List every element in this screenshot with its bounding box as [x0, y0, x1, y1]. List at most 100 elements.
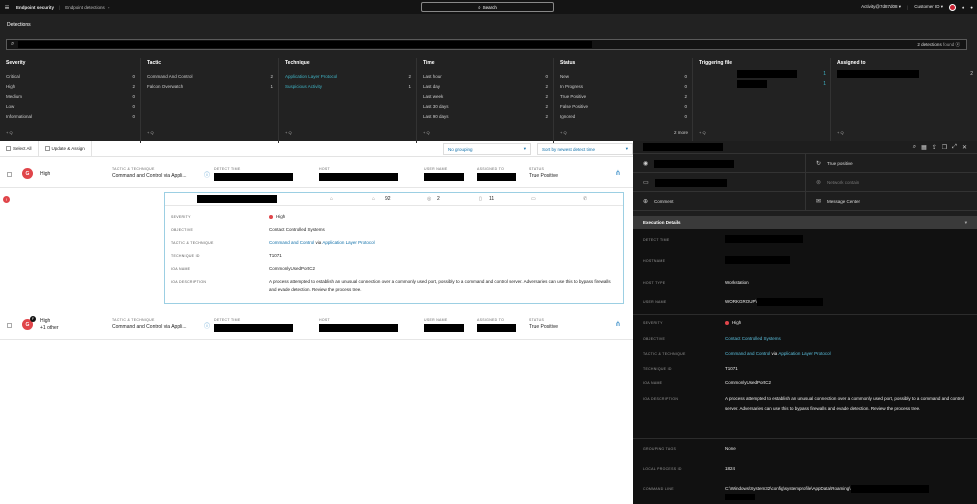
close-icon[interactable]: ✕ [962, 144, 967, 151]
execution-details-header[interactable]: Execution Details ▾ [633, 216, 977, 229]
filter-title: Triggering file [699, 60, 733, 66]
chevron-down-icon: ▾ [523, 146, 526, 151]
filter-search-icon[interactable]: + Q [699, 130, 706, 135]
filter-title: Time [423, 60, 435, 66]
card-strip: ⌂ ⌂ 92 ◎ 2 ▯ 11 ▭ ✆ [165, 193, 623, 206]
comment-button[interactable]: ⊕ Comment [633, 192, 805, 211]
filter-option[interactable]: True Positive 2 [560, 91, 689, 101]
filter-option[interactable]: Last day 2 [423, 81, 550, 91]
filter-option[interactable]: Critical 0 [6, 71, 137, 81]
filter-search-icon[interactable]: + Q [285, 130, 292, 135]
filter-search-icon[interactable]: + Q [837, 130, 844, 135]
export-icon[interactable]: ⇪ [932, 144, 937, 151]
bookmark-icon[interactable]: ▫ [108, 5, 110, 10]
detail-panel: ⌕ ▦ ⇪ ❐ ⤢ ✕ ◉ ↻ True positive ▭ ⊗ Network … [633, 141, 977, 504]
metric-icon: ⌂ [330, 196, 334, 202]
filter-column-status: Status New 0 In Progress 0 True Positive 2 Fals… [553, 58, 692, 143]
customer-menu[interactable]: Customer ID ▾ [914, 4, 943, 10]
filter-option[interactable]: Falcon Overwatch 1 [147, 81, 275, 91]
detection-count: 2 detections found ⓧ [917, 42, 960, 47]
host-icon: ▭ [643, 180, 649, 186]
filter-option[interactable]: Last 30 days 2 [423, 101, 550, 111]
filter-header: Detections ⌕ 2 detections found ⓧ Severi… [0, 14, 977, 143]
app-title: Endpoint security [16, 4, 55, 10]
filter-title: Technique [285, 60, 310, 66]
comment-icon: ⊕ [643, 199, 649, 205]
search-button[interactable]: ⌕ Search [421, 2, 554, 12]
info-icon[interactable]: ⓘ [204, 170, 210, 179]
filter-column-triggering-file: Triggering file 1 1 + Q [692, 58, 830, 143]
filter-option[interactable]: New 0 [560, 71, 689, 81]
expand-icon[interactable]: ⤢ [952, 144, 957, 151]
filter-title: Status [560, 60, 576, 66]
row-checkbox[interactable] [7, 172, 12, 177]
sort-select[interactable]: Sort by newest detect time ▾ [537, 143, 633, 155]
filter-option[interactable]: In Progress 0 [560, 81, 689, 91]
filter-column-time: Time Last hour 0 Last day 2 Last week 2 Last 30… [416, 58, 553, 143]
breadcrumb[interactable]: Endpoint detections [65, 5, 105, 10]
filter-option[interactable]: Last 90 days 2 [423, 111, 550, 121]
filter-option[interactable]: Last hour 0 [423, 71, 550, 81]
update-assign-button[interactable]: Update & Assign [39, 140, 92, 157]
chevron-down-icon: ▾ [964, 219, 967, 225]
filter-option[interactable]: Command And Control 2 [147, 71, 275, 81]
grouping-select[interactable]: No grouping ▾ [443, 143, 531, 155]
table-row[interactable]: G High TACTIC & TECHNIQUE Command and Co… [0, 160, 633, 188]
page-title: Detections [7, 22, 31, 28]
filter-search-icon[interactable]: + Q [6, 130, 13, 135]
search-icon: ⌕ [478, 4, 481, 10]
top-bar: ≡ Endpoint security | Endpoint detection… [0, 0, 977, 14]
filter-option[interactable]: False Positive 0 [560, 101, 689, 111]
tactic-technique: Command and Control via Appli... [112, 173, 187, 179]
avatar-icon[interactable] [948, 3, 956, 11]
filter-column-severity: Severity Critical 0 High 2 Medium 0 Low 0 Informa… [0, 58, 140, 143]
select-all[interactable]: Select All [0, 140, 39, 157]
filter-option[interactable]: Suspicious Activity 1 [285, 81, 413, 91]
filter-option[interactable]: Ignored 0 [560, 111, 689, 121]
row-checkbox[interactable] [7, 323, 12, 328]
user-icon[interactable]: ● [970, 5, 973, 10]
alert-marker-icon: ! [3, 196, 10, 203]
menu-icon[interactable]: ≡ [0, 3, 14, 12]
filter-column-technique: Technique Application Layer Protocol 2 Susp… [278, 58, 416, 143]
copy-icon[interactable]: ❐ [942, 144, 947, 151]
execution-details: DETECT TIME HOSTNAME HOST TYPE Workstatio… [633, 229, 977, 504]
user-icon: ◉ [643, 161, 649, 167]
more-link[interactable]: 2 more [674, 130, 688, 135]
filter-search-icon[interactable]: + Q [147, 130, 154, 135]
filter-column-assigned-to: Assigned to 2 + Q [830, 58, 977, 143]
filter-option[interactable]: Application Layer Protocol 2 [285, 71, 413, 81]
table-row[interactable]: G F High +1 other TACTIC & TECHNIQUE Com… [0, 311, 633, 340]
info-icon[interactable]: ⓘ [204, 321, 210, 330]
network-contain-button[interactable]: ⊗ Network contain [805, 173, 977, 192]
process-tree-icon[interactable]: ⋔ [615, 320, 621, 328]
redacted-query [18, 41, 593, 48]
filter-title: Tactic [147, 60, 162, 66]
filter-title: Severity [6, 60, 26, 66]
search-input[interactable]: ⌕ 2 detections found ⓧ [6, 39, 967, 50]
message-center-button[interactable]: ✉ Message Center [805, 192, 977, 211]
check-icon: ↻ [816, 161, 822, 167]
filter-search-icon[interactable]: + Q [423, 130, 430, 135]
activity-menu[interactable]: Activity@7d87d08 ▾ [861, 4, 901, 10]
list-toolbar: Select All Update & Assign No grouping ▾ … [0, 140, 633, 157]
mail-icon: ✉ [816, 199, 822, 205]
search-icon: ⌕ [11, 41, 15, 47]
filter-option[interactable]: Last week 2 [423, 91, 550, 101]
filter-option[interactable]: Medium 0 [6, 91, 137, 101]
bell-icon[interactable]: ♦ [962, 5, 964, 10]
graph-icon[interactable]: ▦ [921, 144, 927, 151]
filter-title: Assigned to [837, 60, 866, 66]
search-icon[interactable]: ⌕ [913, 144, 916, 151]
filter-search-icon[interactable]: + Q [560, 130, 567, 135]
shield-icon: ⊗ [816, 180, 822, 186]
filter-option[interactable]: High 2 [6, 81, 137, 91]
true-positive-button[interactable]: ↻ True positive [805, 154, 977, 173]
status-value: True Positive [529, 173, 558, 179]
process-tree-icon[interactable]: ⋔ [615, 169, 621, 177]
detection-detail-card: ⌂ ⌂ 92 ◎ 2 ▯ 11 ▭ ✆ SEVERITY High OBJECT… [164, 192, 624, 304]
objective-link[interactable]: Contact Controlled Systems [269, 226, 614, 234]
filter-option[interactable]: Informational 0 [6, 111, 137, 121]
severity-icon: G [22, 168, 33, 179]
filter-option[interactable]: Low 0 [6, 101, 137, 111]
